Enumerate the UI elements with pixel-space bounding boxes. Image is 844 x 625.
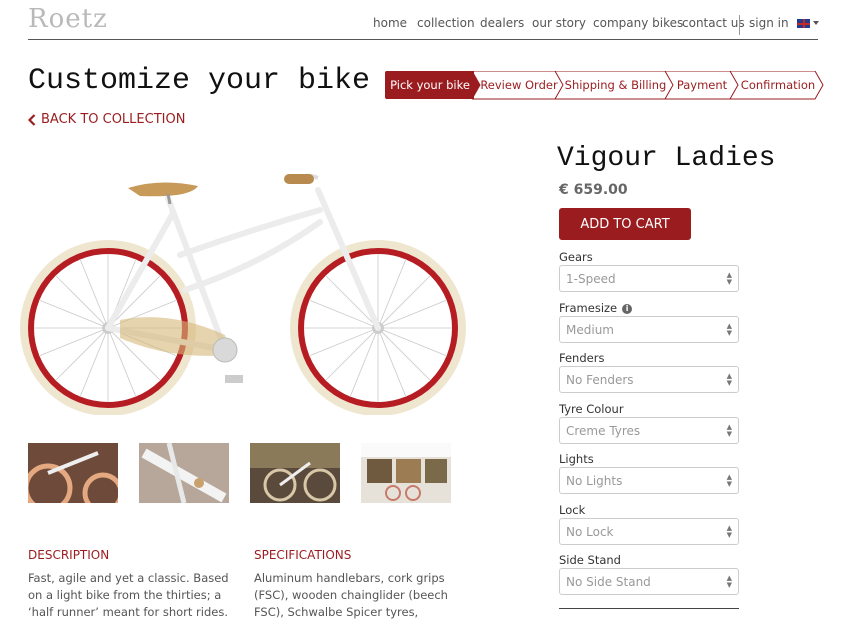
description-line: Fast, agile and yet a classic. Based [28, 571, 229, 585]
nav-home[interactable]: home [373, 16, 407, 30]
add-to-cart-button[interactable]: ADD TO CART [559, 208, 691, 240]
side-stand-select[interactable]: No Side Stand ▲ ▼ [559, 568, 739, 595]
thumbnail-1[interactable] [28, 443, 118, 503]
thumbnail-4[interactable] [361, 443, 451, 503]
nav-company-bikes[interactable]: company bikes [593, 16, 683, 30]
side-stand-label: Side Stand [559, 553, 621, 567]
lock-select[interactable]: No Lock ▲ ▼ [559, 518, 739, 545]
select-arrows-icon: ▲ ▼ [726, 372, 732, 387]
back-link-label: BACK TO COLLECTION [41, 112, 186, 127]
brand-logo[interactable]: Roetz [28, 4, 108, 34]
step-review-order[interactable]: Review Order [479, 71, 559, 99]
thumbnail-image [139, 443, 229, 503]
framesize-value: Medium [566, 322, 614, 337]
tyre-colour-value: Creme Tyres [566, 423, 641, 438]
thumbnail-3[interactable] [250, 443, 340, 503]
fenders-value: No Fenders [566, 372, 634, 387]
step-shipping-billing[interactable]: Shipping & Billing [563, 71, 668, 99]
lights-select[interactable]: No Lights ▲ ▼ [559, 467, 739, 494]
chevron-left-icon [28, 113, 36, 126]
nav-dealers[interactable]: dealers [480, 16, 524, 30]
step-payment[interactable]: Payment [672, 71, 732, 99]
specifications-line: FSC), Schwalbe Spicer tyres, [254, 605, 419, 619]
specifications-line: (FSC), wooden chainglider (beech [254, 588, 448, 602]
specifications-line: Aluminum handlebars, cork grips [254, 571, 445, 585]
nav-our-story[interactable]: our story [532, 16, 586, 30]
framesize-select[interactable]: Medium ▲ ▼ [559, 316, 739, 343]
thumbnail-2[interactable] [139, 443, 229, 503]
select-arrows-icon: ▲ ▼ [726, 423, 732, 438]
lights-label: Lights [559, 452, 594, 466]
bike-main-image [20, 173, 466, 415]
lights-value: No Lights [566, 473, 623, 488]
header-divider [28, 39, 818, 40]
lock-label: Lock [559, 503, 586, 517]
back-to-collection-link[interactable]: BACK TO COLLECTION [28, 112, 185, 127]
select-arrows-icon: ▲ ▼ [726, 271, 732, 286]
fenders-select[interactable]: No Fenders ▲ ▼ [559, 366, 739, 393]
specifications-title: SPECIFICATIONS [254, 548, 352, 562]
thumbnail-image [250, 443, 340, 503]
select-arrows-icon: ▲ ▼ [726, 574, 732, 589]
gears-label: Gears [559, 250, 593, 264]
page-title: Customize your bike [28, 64, 371, 98]
nav-collection[interactable]: collection [417, 16, 475, 30]
gears-value: 1-Speed [566, 271, 616, 286]
fenders-label: Fenders [559, 351, 605, 365]
nav-contact-us[interactable]: contact us [682, 16, 745, 30]
options-divider [559, 608, 739, 609]
side-stand-value: No Side Stand [566, 574, 651, 589]
description-title: DESCRIPTION [28, 548, 110, 562]
product-price: € 659.00 [559, 182, 628, 198]
thumbnail-image [28, 443, 118, 503]
step-pick-your-bike[interactable]: Pick your bike [386, 71, 474, 99]
select-arrows-icon: ▲ ▼ [726, 473, 732, 488]
description-line: on a light bike from the thirties; a [28, 588, 222, 602]
lock-value: No Lock [566, 524, 614, 539]
thumbnail-image [361, 443, 451, 503]
sign-in-link[interactable]: sign in [749, 16, 789, 30]
tyre-colour-select[interactable]: Creme Tyres ▲ ▼ [559, 417, 739, 444]
info-icon[interactable]: i [622, 303, 633, 314]
select-arrows-icon: ▲ ▼ [726, 322, 732, 337]
product-title: Vigour Ladies [557, 143, 776, 174]
uk-flag-icon[interactable] [797, 19, 810, 28]
framesize-label: Framesize i [559, 301, 633, 315]
tyre-colour-label: Tyre Colour [559, 402, 624, 416]
nav-divider [739, 15, 740, 35]
chevron-down-icon[interactable] [813, 21, 819, 25]
description-line: ‘half runner’ meant for short rides. [28, 605, 228, 619]
step-confirmation[interactable]: Confirmation [737, 71, 819, 99]
gears-select[interactable]: 1-Speed ▲ ▼ [559, 265, 739, 292]
select-arrows-icon: ▲ ▼ [726, 524, 732, 539]
